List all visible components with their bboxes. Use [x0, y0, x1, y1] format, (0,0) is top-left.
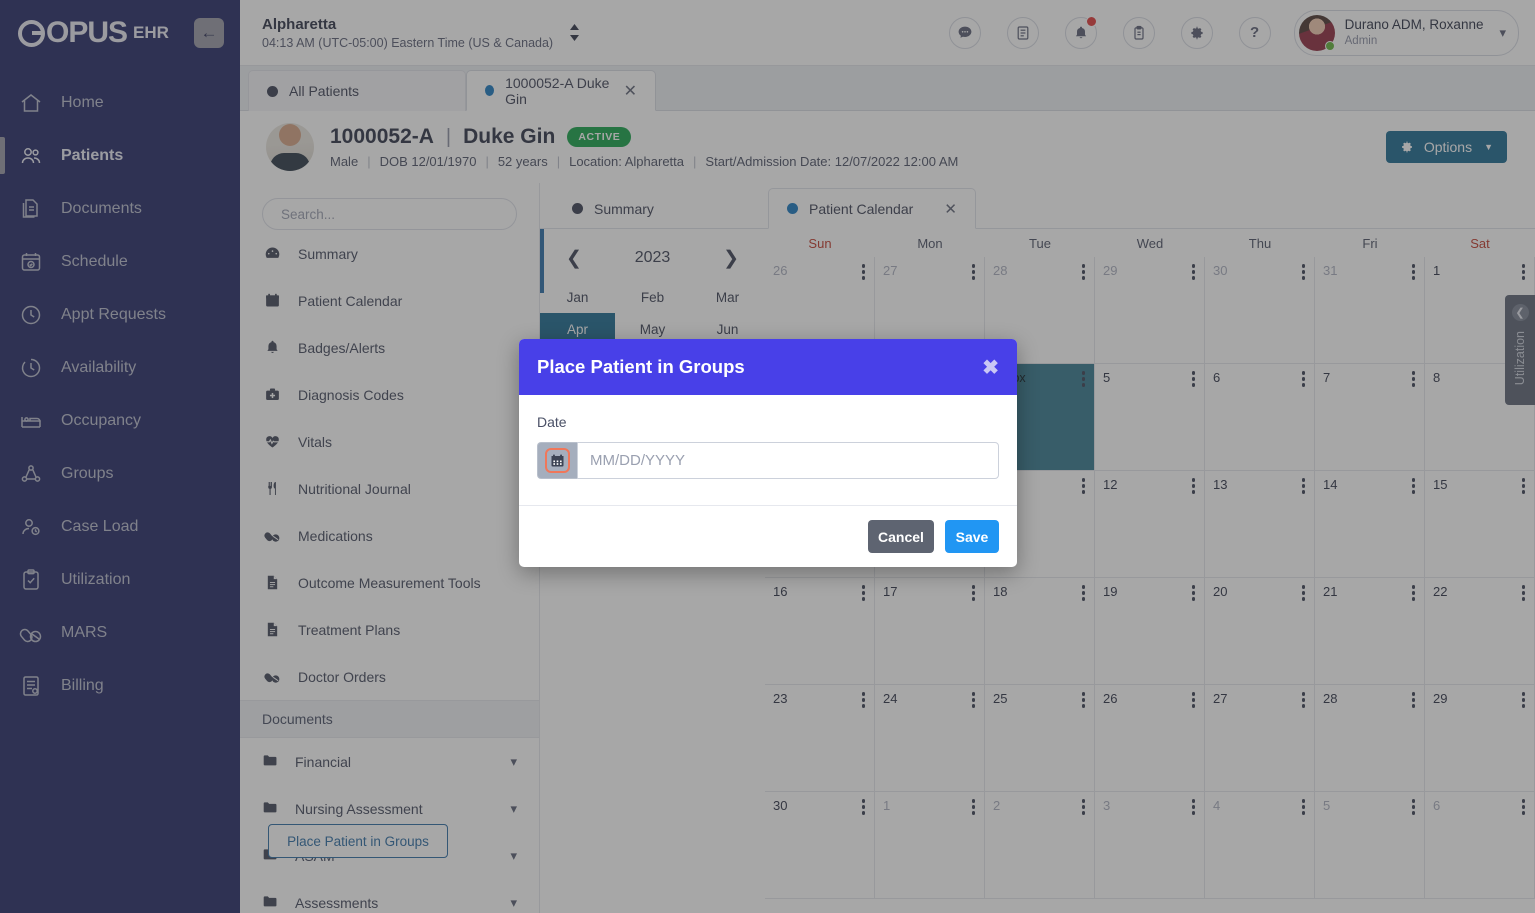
app-root: OPUS EHR ← Home Patients Documents Schedule…	[0, 0, 1535, 913]
cancel-button[interactable]: Cancel	[868, 520, 934, 553]
place-patient-in-groups-dialog: Place Patient in Groups ✖ Date Cancel Sa…	[519, 339, 1017, 567]
dialog-title: Place Patient in Groups	[537, 356, 745, 377]
date-picker-button[interactable]	[537, 442, 577, 479]
save-button[interactable]: Save	[945, 520, 999, 553]
date-input[interactable]	[577, 442, 999, 479]
date-field-label: Date	[537, 414, 567, 430]
close-icon[interactable]: ✖	[982, 355, 999, 380]
dialog-body: Date	[519, 395, 1017, 506]
dialog-footer: Cancel Save	[519, 506, 1017, 567]
calendar-icon	[551, 454, 564, 467]
date-field-group	[537, 442, 999, 479]
dialog-header: Place Patient in Groups ✖	[519, 339, 1017, 395]
calendar-icon-frame	[545, 448, 570, 473]
